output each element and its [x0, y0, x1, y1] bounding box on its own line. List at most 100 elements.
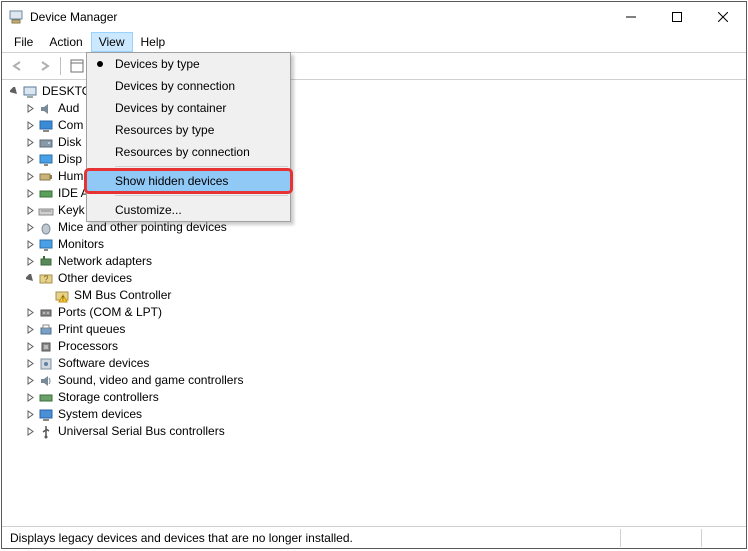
tree-node-other[interactable]: ?Other devices [6, 270, 746, 287]
sound-icon [38, 373, 54, 389]
menuitem-label: Show hidden devices [115, 174, 228, 188]
expander-icon[interactable] [22, 253, 38, 270]
audio-icon [38, 101, 54, 117]
svg-text:!: ! [62, 296, 64, 303]
menuitem-label: Devices by container [115, 101, 226, 115]
title-bar: Device Manager [2, 2, 746, 32]
tree-node-software[interactable]: Software devices [6, 355, 746, 372]
keyboard-icon [38, 203, 54, 219]
expander-icon[interactable] [22, 270, 38, 287]
tree-label: Disp [56, 151, 84, 168]
expander-icon[interactable] [22, 168, 38, 185]
tree-label: Print queues [56, 321, 127, 338]
expander-icon[interactable] [22, 304, 38, 321]
menu-action[interactable]: Action [41, 32, 90, 52]
menu-bar: File Action View Help [2, 32, 746, 52]
expander-icon[interactable] [22, 100, 38, 117]
tree-label: System devices [56, 406, 144, 423]
tree-node-printq[interactable]: Print queues [6, 321, 746, 338]
tree-label: Sound, video and game controllers [56, 372, 245, 389]
tree-node-processors[interactable]: Processors [6, 338, 746, 355]
expander-icon[interactable] [22, 134, 38, 151]
network-icon [38, 254, 54, 270]
expander-icon[interactable] [6, 83, 22, 100]
maximize-button[interactable] [654, 2, 700, 32]
expander-icon[interactable] [22, 202, 38, 219]
menu-separator [115, 166, 288, 167]
tree-node-smbus[interactable]: ! SM Bus Controller [6, 287, 746, 304]
menuitem-label: Resources by connection [115, 145, 250, 159]
menuitem-label: Resources by type [115, 123, 214, 137]
expander-icon[interactable] [22, 372, 38, 389]
menuitem-resources-by-connection[interactable]: Resources by connection [87, 141, 290, 163]
back-button[interactable] [6, 55, 30, 77]
warning-device-icon: ! [54, 288, 70, 304]
expander-icon[interactable] [22, 355, 38, 372]
menu-separator [115, 195, 288, 196]
tree-label: Other devices [56, 270, 134, 287]
menuitem-devices-by-container[interactable]: Devices by container [87, 97, 290, 119]
expander-icon[interactable] [22, 338, 38, 355]
expander-icon[interactable] [22, 406, 38, 423]
other-icon: ? [38, 271, 54, 287]
menu-help[interactable]: Help [133, 32, 174, 52]
minimize-button[interactable] [608, 2, 654, 32]
tree-label: Software devices [56, 355, 151, 372]
tree-node-ports[interactable]: Ports (COM & LPT) [6, 304, 746, 321]
tree-label: Processors [56, 338, 120, 355]
tree-label: Ports (COM & LPT) [56, 304, 164, 321]
expander-icon[interactable] [22, 219, 38, 236]
toolbar-separator [60, 57, 61, 75]
usb-icon [38, 424, 54, 440]
port-icon [38, 305, 54, 321]
printer-icon [38, 322, 54, 338]
tree-node-monitors[interactable]: Monitors [6, 236, 746, 253]
cpu-icon [38, 339, 54, 355]
system-icon [38, 407, 54, 423]
disk-icon [38, 135, 54, 151]
view-dropdown: Devices by type Devices by connection De… [86, 52, 291, 222]
tree-node-system[interactable]: System devices [6, 406, 746, 423]
expander-icon[interactable] [22, 423, 38, 440]
tree-label: Com [56, 117, 85, 134]
menuitem-devices-by-connection[interactable]: Devices by connection [87, 75, 290, 97]
tree-node-sound[interactable]: Sound, video and game controllers [6, 372, 746, 389]
tree-node-storage[interactable]: Storage controllers [6, 389, 746, 406]
tree-label: Hum [56, 168, 85, 185]
software-icon [38, 356, 54, 372]
expander-icon[interactable] [22, 185, 38, 202]
menuitem-resources-by-type[interactable]: Resources by type [87, 119, 290, 141]
window-title: Device Manager [30, 10, 608, 24]
monitor-icon [38, 237, 54, 253]
expander-icon[interactable] [22, 389, 38, 406]
menuitem-show-hidden-devices[interactable]: Show hidden devices [87, 170, 290, 192]
tree-label: SM Bus Controller [72, 287, 173, 304]
app-icon [8, 9, 24, 25]
tree-label: Storage controllers [56, 389, 161, 406]
expander-icon[interactable] [22, 236, 38, 253]
tree-label: Universal Serial Bus controllers [56, 423, 227, 440]
menuitem-devices-by-type[interactable]: Devices by type [87, 53, 290, 75]
mouse-icon [38, 220, 54, 236]
computer-icon [22, 84, 38, 100]
tree-label: Keyk [56, 202, 87, 219]
tree-label: Aud [56, 100, 81, 117]
expander-icon[interactable] [22, 321, 38, 338]
expander-icon[interactable] [22, 151, 38, 168]
forward-button[interactable] [32, 55, 56, 77]
close-button[interactable] [700, 2, 746, 32]
menuitem-label: Customize... [115, 203, 182, 217]
status-bar: Displays legacy devices and devices that… [2, 526, 746, 548]
tree-node-network[interactable]: Network adapters [6, 253, 746, 270]
ide-icon [38, 186, 54, 202]
menu-view[interactable]: View [91, 32, 133, 52]
menu-file[interactable]: File [6, 32, 41, 52]
menuitem-label: Devices by type [115, 57, 200, 71]
storage-icon [38, 390, 54, 406]
tree-node-usb[interactable]: Universal Serial Bus controllers [6, 423, 746, 440]
status-text: Displays legacy devices and devices that… [6, 531, 357, 545]
expander-icon[interactable] [22, 117, 38, 134]
monitor-icon [38, 118, 54, 134]
menuitem-customize[interactable]: Customize... [87, 199, 290, 221]
display-icon [38, 152, 54, 168]
